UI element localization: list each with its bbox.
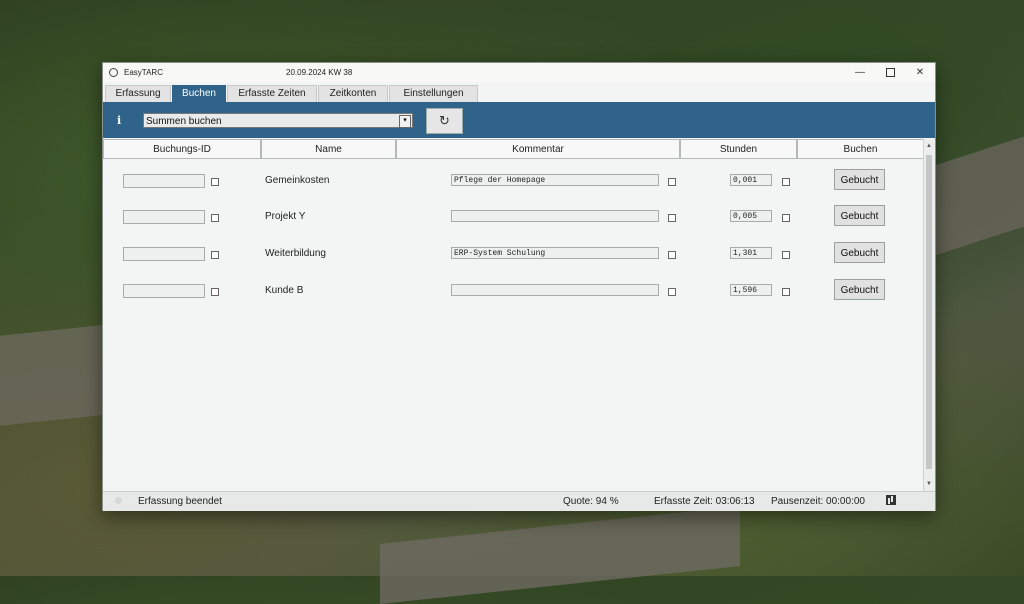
close-button[interactable]: ✕ [905,63,935,82]
column-header-name: Name [261,139,396,159]
comment-checkbox[interactable] [668,251,676,259]
maximize-button[interactable] [875,63,905,82]
hours-checkbox[interactable] [782,251,790,259]
scroll-down-icon[interactable]: ▼ [926,481,932,487]
easytarc-window: EasyTARC 20.09.2024 KW 38 — ✕ Erfassung … [102,62,936,511]
table-row: Weiterbildung ERP-System Schulung 1,301 … [103,242,923,266]
comment-input[interactable]: ERP-System Schulung [451,247,659,259]
tab-buchen[interactable]: Buchen [172,85,226,103]
row-name: Weiterbildung [265,248,326,259]
tab-bar: Erfassung Buchen Erfasste Zeiten Zeitkon… [105,85,479,103]
booking-id-input[interactable] [123,174,205,188]
booking-id-checkbox[interactable] [211,251,219,259]
date-week-label: 20.09.2024 KW 38 [286,68,353,77]
maximize-icon [885,68,895,77]
booking-mode-value: Summen buchen [146,116,222,127]
scrollbar-thumb[interactable] [926,155,932,469]
comment-input[interactable] [451,210,659,222]
booking-id-checkbox[interactable] [211,288,219,296]
column-header-buchungs-id: Buchungs-ID [103,139,261,159]
booked-button[interactable]: Gebucht [834,242,885,263]
hours-input[interactable]: 0,005 [730,210,772,222]
refresh-button[interactable]: ↻ [426,108,463,134]
tab-einstellungen[interactable]: Einstellungen [389,85,478,102]
hours-checkbox[interactable] [782,288,790,296]
table-row: Kunde B 1,596 Gebucht [103,279,923,303]
recorded-time-value: Erfasste Zeit: 03:06:13 [654,496,755,507]
refresh-icon: ↻ [439,113,450,128]
booked-button[interactable]: Gebucht [834,205,885,226]
hours-checkbox[interactable] [782,214,790,222]
chevron-down-icon[interactable]: ▾ [399,115,411,128]
quote-value: Quote: 94 % [563,496,619,507]
tab-erfassung[interactable]: Erfassung [105,85,171,102]
column-header-buchen: Buchen [797,139,924,159]
app-title: EasyTARC [124,68,163,77]
column-header-kommentar: Kommentar [396,139,680,159]
booking-id-checkbox[interactable] [211,178,219,186]
booked-button[interactable]: Gebucht [834,279,885,300]
hours-checkbox[interactable] [782,178,790,186]
booking-grid: Buchungs-ID Name Kommentar Stunden Buche… [103,139,935,491]
minimize-button[interactable]: — [845,63,875,82]
info-icon[interactable]: i [117,114,121,127]
app-icon [109,68,118,77]
comment-input[interactable]: Pflege der Homepage [451,174,659,186]
stats-icon[interactable] [886,495,896,505]
tab-zeitkonten[interactable]: Zeitkonten [318,85,388,102]
table-row: Gemeinkosten Pflege der Homepage 0,001 G… [103,169,923,193]
tab-erfasste-zeiten[interactable]: Erfasste Zeiten [227,85,317,102]
hours-input[interactable]: 1,596 [730,284,772,296]
toolbar: i Summen buchen ▾ ↻ [103,102,935,138]
booking-id-input[interactable] [123,247,205,261]
close-icon: ✕ [915,67,925,78]
status-text: Erfassung beendet [138,496,222,507]
comment-checkbox[interactable] [668,178,676,186]
wallpaper-road [0,324,110,426]
comment-checkbox[interactable] [668,214,676,222]
minimize-icon: — [855,67,865,78]
comment-input[interactable] [451,284,659,296]
row-name: Projekt Y [265,211,306,222]
booking-id-input[interactable] [123,210,205,224]
wallpaper-road [935,134,1024,256]
vertical-scrollbar[interactable]: ▲ ▼ [923,139,935,491]
hours-input[interactable]: 1,301 [730,247,772,259]
status-indicator-icon [115,497,122,504]
booking-mode-select[interactable]: Summen buchen ▾ [143,113,413,128]
booked-button[interactable]: Gebucht [834,169,885,190]
title-bar[interactable]: EasyTARC 20.09.2024 KW 38 — ✕ [103,63,935,82]
pause-time-value: Pausenzeit: 00:00:00 [771,496,865,507]
hours-input[interactable]: 0,001 [730,174,772,186]
table-row: Projekt Y 0,005 Gebucht [103,205,923,229]
booking-id-input[interactable] [123,284,205,298]
booking-id-checkbox[interactable] [211,214,219,222]
row-name: Gemeinkosten [265,175,330,186]
status-bar: Erfassung beendet Quote: 94 % Erfasste Z… [103,491,935,511]
wallpaper-road [380,506,740,604]
column-header-stunden: Stunden [680,139,797,159]
row-name: Kunde B [265,285,304,296]
comment-checkbox[interactable] [668,288,676,296]
scroll-up-icon[interactable]: ▲ [926,143,932,149]
